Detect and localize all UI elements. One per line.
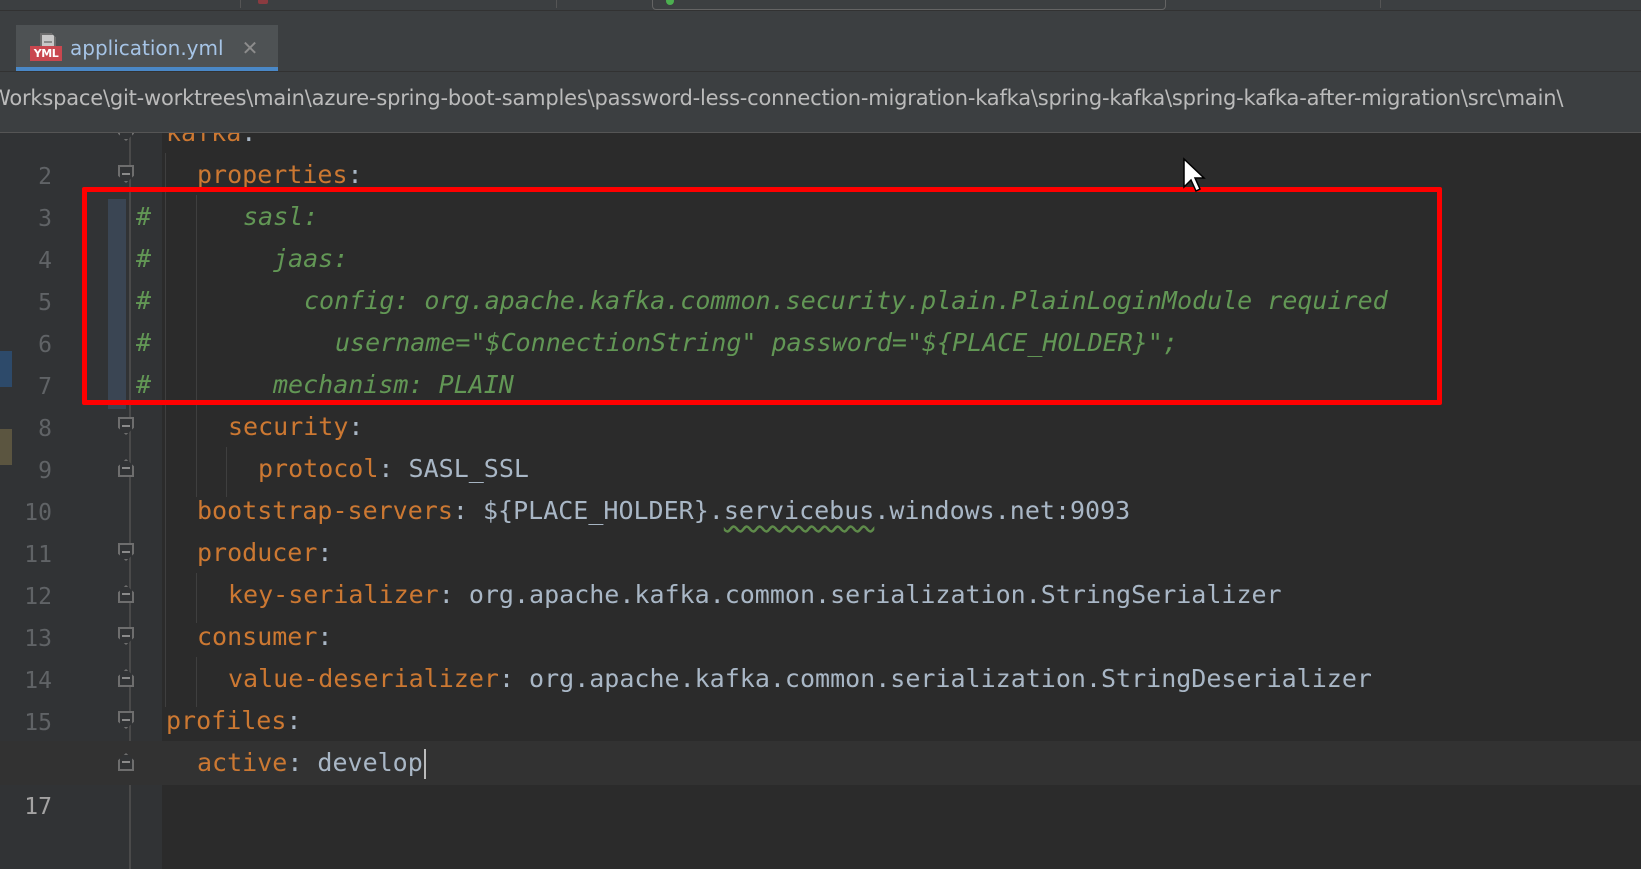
fold-icon[interactable]: [118, 669, 134, 687]
tab-application-yml[interactable]: YML application.yml ✕: [16, 25, 278, 71]
current-code-line: 17 active: develop: [0, 741, 1641, 820]
fold-icon[interactable]: [118, 133, 134, 141]
toolbar-file-icon[interactable]: [258, 0, 268, 4]
top-toolbar: [0, 0, 1641, 11]
yml-file-icon: YML: [30, 33, 62, 63]
fold-icon[interactable]: [118, 753, 134, 771]
highlight-annotation-box: [82, 187, 1442, 405]
file-path: Workspace\git-worktrees\main\azure-sprin…: [0, 86, 1564, 110]
code-line: 13 key-serializer: org.apache.kafka.comm…: [0, 573, 1641, 652]
active-tab-indicator: [16, 67, 278, 71]
spellcheck-warning[interactable]: servicebus: [724, 496, 875, 525]
code-line: 16 profiles:: [0, 699, 1641, 778]
code-line: 11 bootstrap-servers: ${PLACE_HOLDER}.se…: [0, 489, 1641, 568]
fold-icon[interactable]: [118, 417, 134, 435]
tab-label: application.yml: [70, 36, 224, 60]
fold-icon[interactable]: [118, 165, 134, 183]
file-path-bar: Workspace\git-worktrees\main\azure-sprin…: [0, 72, 1641, 133]
code-line: 10 protocol: SASL_SSL: [0, 447, 1641, 526]
code-line: 9 security:: [0, 405, 1641, 484]
fold-icon[interactable]: [118, 627, 134, 645]
code-editor[interactable]: 2 kafka: 3 properties: 4 # sasl: 5 # jaa…: [0, 133, 1641, 869]
fold-icon[interactable]: [118, 459, 134, 477]
mouse-pointer-icon: [1183, 157, 1206, 193]
fold-icon[interactable]: [118, 711, 134, 729]
editor-tab-bar: YML application.yml ✕: [0, 11, 1641, 72]
code-line: 15 value-deserializer: org.apache.kafka.…: [0, 657, 1641, 736]
toolbar-separator: [1380, 0, 1381, 8]
text-caret: [423, 749, 426, 779]
code-line: 14 consumer:: [0, 615, 1641, 694]
fold-icon[interactable]: [118, 543, 134, 561]
code-line: 2 kafka:: [0, 133, 1641, 190]
code-line: 12 producer:: [0, 531, 1641, 610]
line-number: 17: [24, 794, 52, 820]
run-configuration-selector[interactable]: [652, 0, 1166, 10]
fold-icon[interactable]: [118, 585, 134, 603]
toolbar-separator: [556, 0, 557, 8]
toolbar-separator: [240, 0, 241, 8]
close-icon[interactable]: ✕: [242, 36, 259, 60]
